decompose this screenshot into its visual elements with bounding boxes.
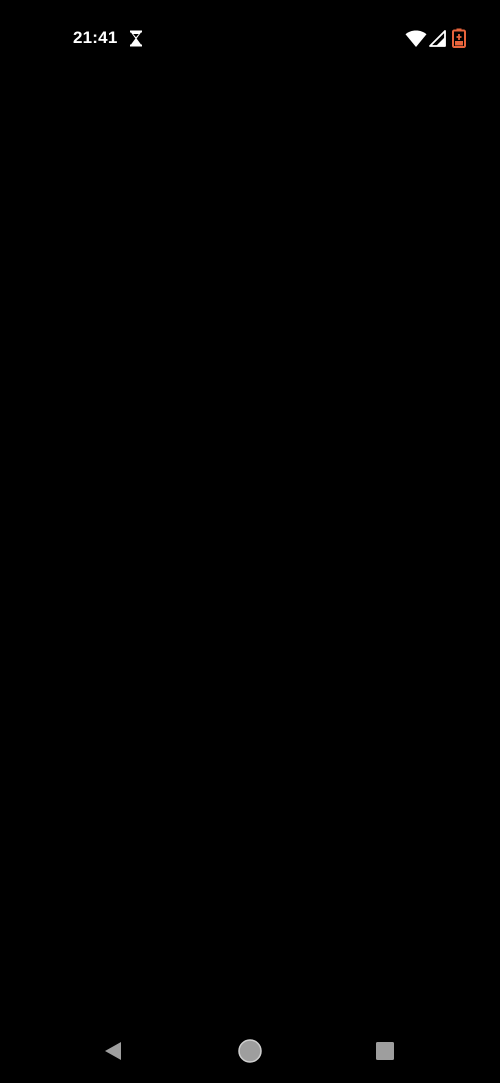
blank-content-area [0,76,500,1016]
phone-screen: 21:41 [0,0,500,1083]
home-circle-icon [238,1039,262,1063]
back-triangle-icon [105,1042,121,1060]
back-button[interactable] [91,1029,135,1073]
navigation-bar [0,1019,500,1083]
signal-icon [429,30,446,47]
status-time: 21:41 [73,28,118,47]
hourglass-icon [128,30,144,47]
status-bar: 21:41 [0,0,500,76]
battery-charging-icon [452,28,466,48]
home-button[interactable] [228,1029,272,1073]
recents-button[interactable] [363,1029,407,1073]
recents-square-icon [376,1042,394,1060]
wifi-icon [405,30,427,48]
